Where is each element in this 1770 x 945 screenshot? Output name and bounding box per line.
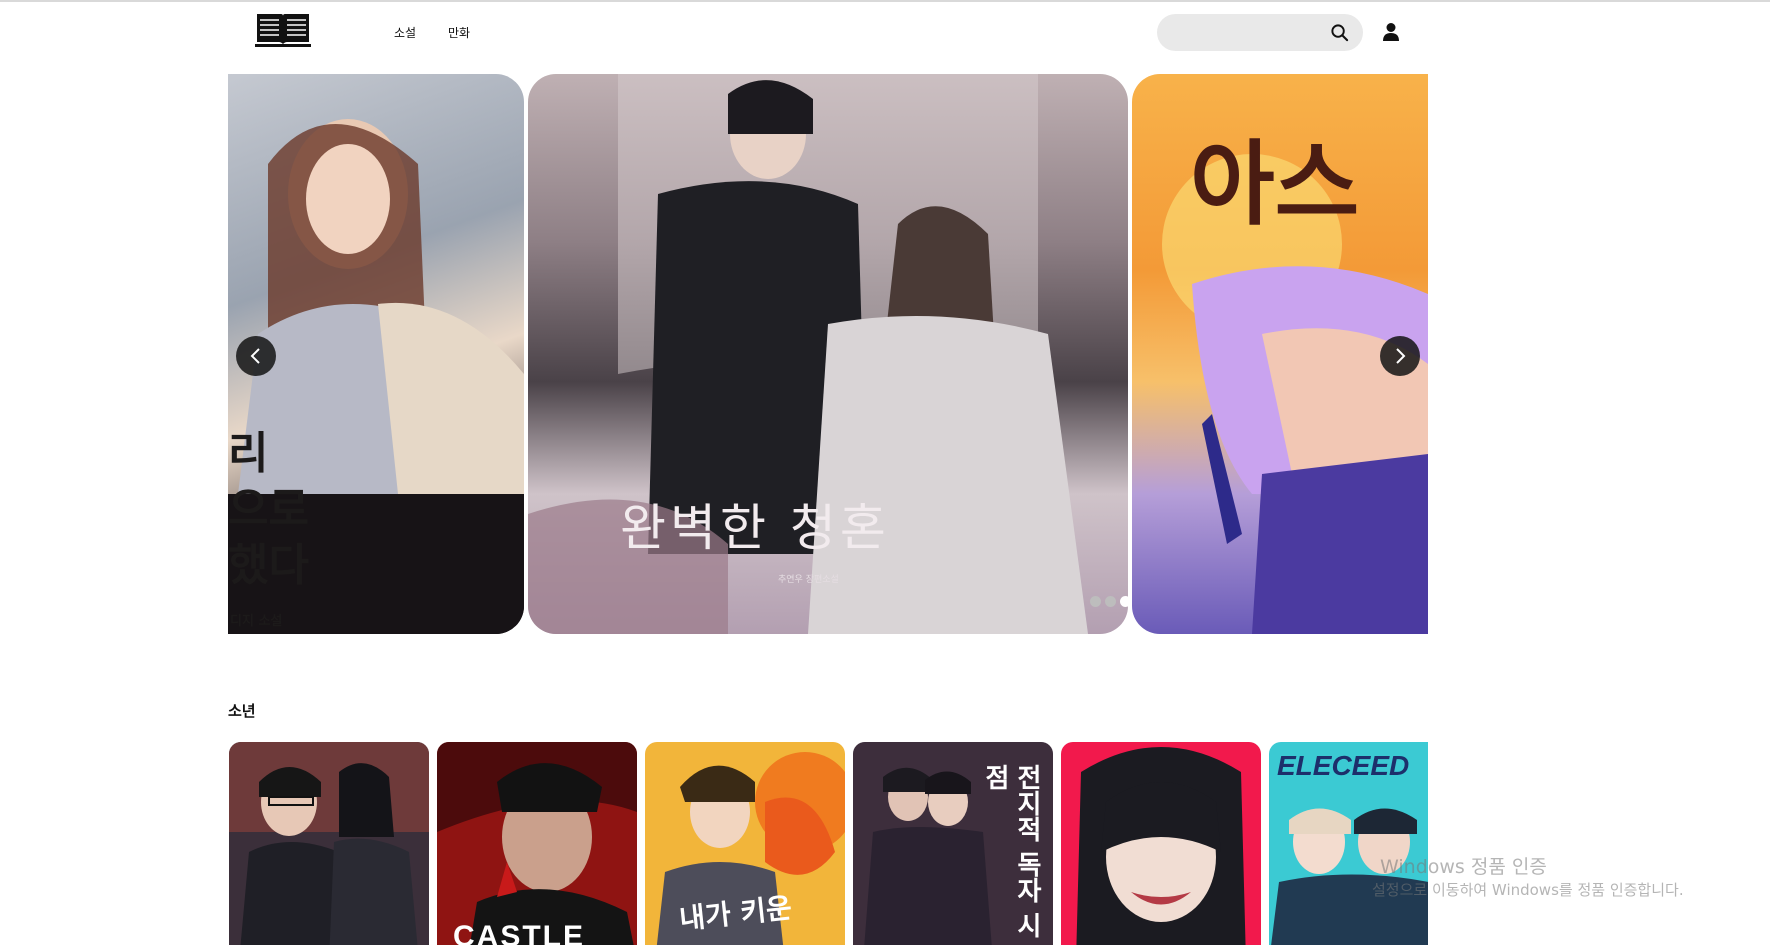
banner-carousel[interactable]: 리 으로 했다 디지 소설 완벽한 청혼 추연우 장편소설 아스 [228, 74, 1428, 634]
card-title: CASTLE [453, 920, 585, 945]
carousel-slide-active[interactable]: 완벽한 청혼 추연우 장편소설 [528, 74, 1128, 634]
search-icon[interactable] [1330, 23, 1349, 42]
top-border [0, 0, 1770, 2]
comic-card[interactable]: 내가 키운 [645, 742, 845, 945]
windows-activation-subtitle: 설정으로 이동하여 Windows를 정품 인증합니다. [1372, 881, 1684, 899]
book-logo-icon[interactable] [255, 11, 311, 47]
slide-subtitle: 추연우 장편소설 [778, 575, 839, 585]
comic-card[interactable] [229, 742, 429, 945]
nav-comic[interactable]: 만화 [448, 24, 470, 41]
carousel-dot[interactable] [1105, 596, 1116, 607]
section-title: 소년 [228, 702, 256, 720]
comic-card[interactable]: 전지적 독자 시점 [853, 742, 1053, 945]
chevron-left-icon [250, 348, 260, 364]
search-bar[interactable] [1157, 14, 1363, 53]
chevron-right-icon [1396, 348, 1406, 364]
carousel-next-button[interactable] [1380, 336, 1420, 376]
search-input[interactable] [1173, 14, 1327, 53]
slide-title: 리 으로 했다 [228, 428, 309, 591]
slide-title: 완벽한 청혼 [620, 499, 890, 557]
comic-card[interactable]: CASTLE [437, 742, 637, 945]
slide-author: 디지 소설 [230, 614, 283, 629]
comic-card-list: CASTLE 내가 키운 전지적 독자 시점 ELECEED [229, 742, 1428, 945]
carousel-dot-active[interactable] [1120, 596, 1128, 607]
carousel-dot[interactable] [1090, 596, 1101, 607]
card-title: 전지적 독자 시점 [980, 764, 1042, 939]
nav-novel[interactable]: 소설 [394, 24, 416, 41]
user-icon[interactable] [1382, 22, 1400, 42]
windows-activation-title: Windows 정품 인증 [1380, 856, 1547, 878]
carousel-dots [1090, 596, 1128, 607]
carousel-prev-button[interactable] [236, 336, 276, 376]
comic-card[interactable]: ELECEED [1269, 742, 1428, 945]
card-title: ELECEED [1277, 750, 1410, 781]
comic-card[interactable] [1061, 742, 1261, 945]
slide-title: 아스 [1190, 130, 1360, 238]
